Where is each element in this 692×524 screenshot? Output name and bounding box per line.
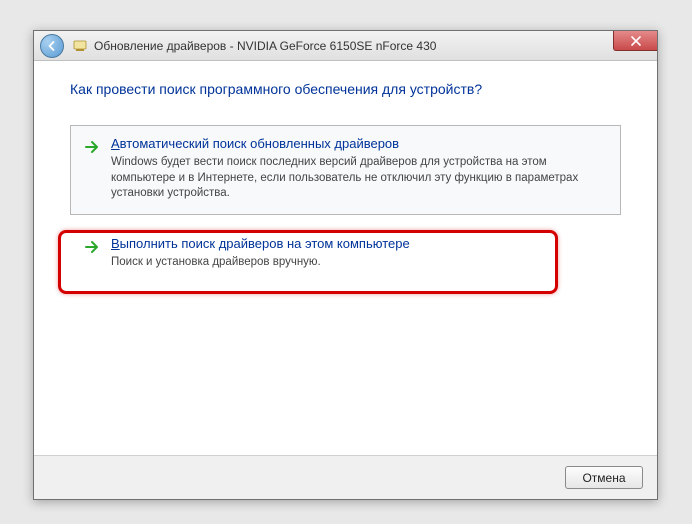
option-manual-body: Выполнить поиск драйверов на этом компью… xyxy=(111,236,608,271)
arrow-right-icon xyxy=(83,238,101,256)
titlebar: Обновление драйверов - NVIDIA GeForce 61… xyxy=(34,31,657,61)
page-headline: Как провести поиск программного обеспече… xyxy=(70,81,621,97)
option-auto-desc: Windows будет вести поиск последних верс… xyxy=(111,155,608,202)
option-manual-search[interactable]: Выполнить поиск драйверов на этом компью… xyxy=(70,225,621,284)
close-icon xyxy=(631,36,641,46)
window-title: Обновление драйверов - NVIDIA GeForce 61… xyxy=(94,39,436,53)
dialog-window: Обновление драйверов - NVIDIA GeForce 61… xyxy=(33,30,658,500)
option-auto-title: Автоматический поиск обновленных драйвер… xyxy=(111,136,608,151)
option-manual-desc: Поиск и установка драйверов вручную. xyxy=(111,255,608,271)
close-button[interactable] xyxy=(613,31,657,51)
option-manual-title: Выполнить поиск драйверов на этом компью… xyxy=(111,236,608,251)
option-auto-search[interactable]: Автоматический поиск обновленных драйвер… xyxy=(70,125,621,215)
back-button[interactable] xyxy=(40,34,64,58)
bottom-bar: Отмена xyxy=(34,455,657,499)
arrow-right-icon xyxy=(83,138,101,156)
option-auto-body: Автоматический поиск обновленных драйвер… xyxy=(111,136,608,202)
device-icon xyxy=(72,38,88,54)
cancel-button[interactable]: Отмена xyxy=(565,466,643,489)
back-arrow-icon xyxy=(46,40,58,52)
content-area: Как провести поиск программного обеспече… xyxy=(34,61,657,455)
